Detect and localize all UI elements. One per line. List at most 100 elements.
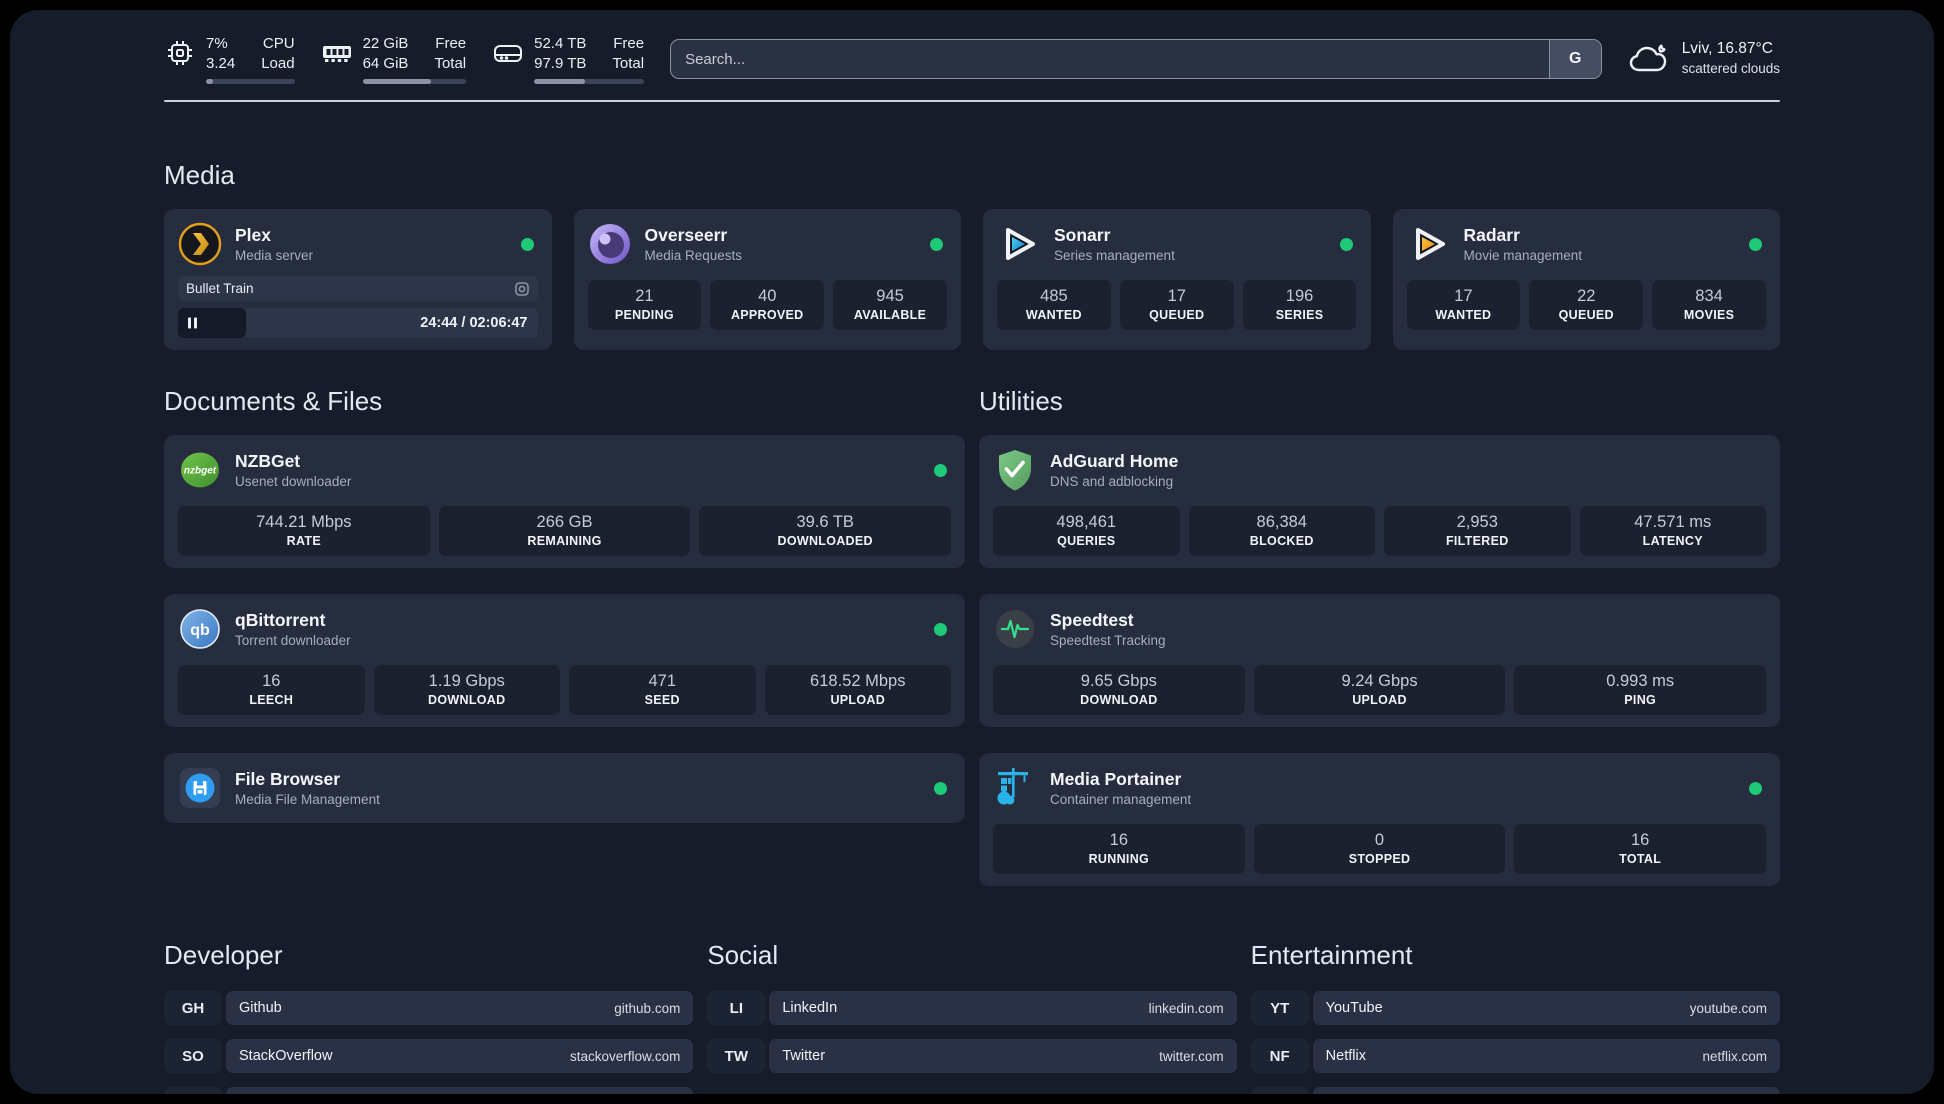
- cloud-icon: [1629, 44, 1666, 72]
- memory-total-label: Total: [434, 54, 467, 72]
- link-url: linkedin.com: [1148, 1000, 1224, 1016]
- stat-wanted: 485 WANTED: [997, 280, 1111, 330]
- storage-free-value: 52.4 TB: [534, 35, 587, 52]
- app-card-sonarr[interactable]: Sonarr Series management 485 WANTED 17 Q…: [983, 209, 1371, 350]
- link-name: Netflix: [1325, 1048, 1366, 1064]
- search-engine-button[interactable]: G: [1548, 40, 1601, 78]
- session-view-icon[interactable]: [514, 281, 530, 297]
- link-stackoverflow[interactable]: SO StackOverflow stackoverflow.com: [164, 1039, 694, 1073]
- section-title-media: Media: [164, 160, 235, 190]
- app-card-plex[interactable]: Plex Media server Bullet Train 24:44 / 0…: [164, 209, 552, 350]
- status-badge: [1339, 237, 1353, 251]
- cpu-load-value: 3.24: [206, 54, 236, 72]
- link-netflix[interactable]: NF Netflix netflix.com: [1250, 1039, 1780, 1073]
- link-reddit[interactable]: RE Reddit reddit.com: [1250, 1087, 1780, 1094]
- media-grid: Plex Media server Bullet Train 24:44 / 0…: [164, 209, 1780, 350]
- link-url: youtube.com: [1689, 1000, 1767, 1016]
- status-badge: [1749, 781, 1762, 795]
- status-badge: [934, 781, 947, 795]
- link-code: TW: [707, 1039, 766, 1073]
- adguard-icon: [999, 450, 1031, 491]
- pause-icon[interactable]: [188, 317, 197, 329]
- memory-free-value: 22 GiB: [362, 35, 409, 52]
- app-name: Overseerr: [644, 224, 728, 245]
- stat-series: 196 SERIES: [1242, 280, 1357, 330]
- stat-total: 16 TOTAL: [1514, 824, 1767, 874]
- section-title-developer: Developer: [164, 940, 283, 970]
- storage-total-label: Total: [612, 54, 645, 72]
- storage-free-label: Free: [613, 35, 645, 52]
- link-code: RE: [1250, 1087, 1309, 1094]
- link-url: twitter.com: [1159, 1048, 1224, 1064]
- app-card-qbittorrent[interactable]: qb qBittorrent Torrent downloader 16 LEE…: [164, 594, 965, 727]
- link-url: github.com: [614, 1000, 681, 1016]
- app-name: qBittorrent: [235, 609, 326, 630]
- memory-free-label: Free: [435, 35, 467, 52]
- stat-leech: 16 LEECH: [178, 665, 365, 715]
- status-badge: [934, 463, 947, 477]
- app-name: Sonarr: [1054, 224, 1111, 245]
- stat-queued: 17 QUEUED: [1119, 280, 1234, 330]
- stat-ping: 0.993 ms PING: [1514, 665, 1767, 715]
- link-linkedin[interactable]: LI LinkedIn linkedin.com: [707, 991, 1237, 1025]
- top-bar: 7% 3.24 CPU Load 22 GiB 64 GiB Free Tota…: [164, 34, 1780, 84]
- dashboard-panel: 7% 3.24 CPU Load 22 GiB 64 GiB Free Tota…: [10, 10, 1934, 1094]
- storage-stat: 52.4 TB 97.9 TB Free Total: [492, 34, 645, 84]
- link-code: SO: [164, 1039, 222, 1073]
- stat-wanted: 17 WANTED: [1406, 280, 1521, 330]
- app-subtitle: Usenet downloader: [235, 473, 352, 489]
- app-subtitle: Torrent downloader: [235, 632, 351, 648]
- cpu-usage-value: 7%: [206, 35, 228, 52]
- playback-time: 24:44 / 02:06:47: [420, 315, 528, 331]
- stat-downloaded: 39.6 TB DOWNLOADED: [699, 506, 952, 556]
- stat-latency: 47.571 ms LATENCY: [1579, 506, 1766, 556]
- link-twitter[interactable]: TW Twitter twitter.com: [707, 1039, 1237, 1073]
- weather-location: Lviv, 16.87°C: [1681, 40, 1773, 58]
- stat-remaining: 266 GB REMAINING: [438, 506, 691, 556]
- section-title-entertainment: Entertainment: [1250, 940, 1413, 970]
- cpu-progress-bar: [206, 79, 295, 84]
- stat-rate: 744.21 Mbps RATE: [178, 506, 430, 556]
- memory-total-value: 64 GiB: [362, 54, 409, 72]
- media-player-bar[interactable]: 24:44 / 02:06:47: [178, 308, 538, 338]
- app-card-portainer[interactable]: Media Portainer Container management 16 …: [979, 753, 1780, 886]
- stat-seed: 471 SEED: [569, 665, 756, 715]
- link-dev[interactable]: DT DEV dev.to: [164, 1087, 694, 1094]
- now-playing-row: Bullet Train: [178, 276, 538, 301]
- stat-blocked: 86,384 BLOCKED: [1188, 506, 1375, 556]
- plex-icon: [178, 222, 222, 266]
- link-name: LinkedIn: [782, 1000, 838, 1016]
- app-card-adguard[interactable]: AdGuard Home DNS and adblocking 498,461 …: [979, 435, 1780, 568]
- link-github[interactable]: GH Github github.com: [164, 991, 694, 1025]
- app-name: NZBGet: [235, 450, 301, 471]
- stat-upload: 9.24 Gbps UPLOAD: [1253, 665, 1506, 715]
- cpu-label: CPU: [262, 35, 295, 52]
- link-name: YouTube: [1325, 1000, 1383, 1016]
- stat-movies: 834 MOVIES: [1652, 280, 1766, 330]
- memory-progress-bar: [362, 79, 467, 84]
- app-card-nzbget[interactable]: nzbget NZBGet Usenet downloader 744.21 M…: [164, 435, 965, 568]
- app-card-speedtest[interactable]: Speedtest Speedtest Tracking 9.65 Gbps D…: [979, 594, 1780, 727]
- status-badge: [934, 622, 947, 636]
- app-card-radarr[interactable]: Radarr Movie management 17 WANTED 22 QUE…: [1392, 209, 1780, 350]
- link-name: Twitter: [782, 1048, 826, 1064]
- search-input[interactable]: [671, 40, 1549, 78]
- sonarr-icon: [1006, 228, 1035, 260]
- status-badge: [520, 237, 534, 251]
- stat-pending: 21 PENDING: [587, 280, 702, 330]
- app-card-overseerr[interactable]: Overseerr Media Requests 21 PENDING 40 A…: [573, 209, 961, 350]
- nzbget-icon: nzbget: [181, 452, 219, 488]
- stat-queries: 498,461 QUERIES: [993, 506, 1180, 556]
- link-url: netflix.com: [1702, 1048, 1767, 1064]
- app-card-filebrowser[interactable]: File Browser Media File Management: [164, 753, 965, 823]
- link-youtube[interactable]: YT YouTube youtube.com: [1250, 991, 1780, 1025]
- portainer-icon: [997, 768, 1028, 805]
- section-title-documents: Documents & Files: [164, 386, 383, 416]
- weather-widget: Lviv, 16.87°C scattered clouds: [1628, 39, 1780, 78]
- app-name: Plex: [235, 224, 271, 245]
- link-url: stackoverflow.com: [570, 1048, 681, 1064]
- stat-approved: 40 APPROVED: [710, 280, 825, 330]
- qbittorrent-icon: qb: [180, 609, 220, 649]
- stat-stopped: 0 STOPPED: [1253, 824, 1506, 874]
- app-name: File Browser: [235, 768, 341, 789]
